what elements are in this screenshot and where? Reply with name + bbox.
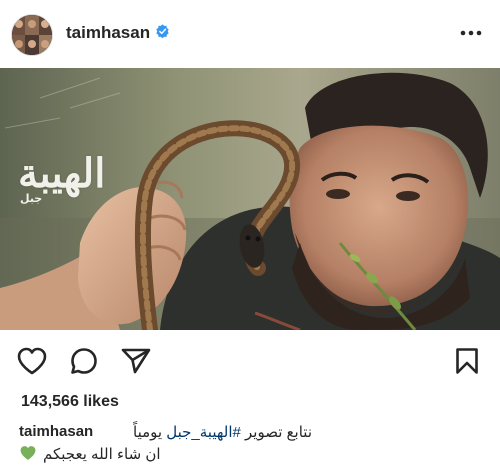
caption-line-2-text: ان شاء الله يعجبكم (43, 446, 161, 463)
caption-line-1: نتابع تصوير #الهيبة_جبل يومياً (133, 423, 312, 441)
heart-icon[interactable] (17, 347, 47, 375)
send-icon[interactable] (121, 348, 151, 374)
caption-suffix: يومياً (133, 424, 167, 441)
username[interactable]: taimhasan (66, 23, 150, 43)
photo-scene (0, 68, 500, 330)
more-horizontal-icon[interactable] (460, 26, 482, 40)
caption-line-2: ان شاء الله يعجبكم (19, 445, 161, 463)
post-image[interactable]: الهيبة جبل (0, 68, 500, 330)
green-heart-icon (20, 446, 36, 460)
avatar[interactable] (11, 14, 53, 56)
post-header: taimhasan (0, 0, 500, 68)
comment-icon[interactable] (70, 347, 98, 375)
caption-username[interactable]: taimhasan (19, 423, 93, 440)
show-logo-title: الهيبة (18, 150, 106, 197)
bookmark-icon[interactable] (455, 347, 479, 375)
caption-hashtag[interactable]: #الهيبة_جبل (166, 424, 241, 441)
show-logo-subtitle: جبل (20, 192, 43, 205)
likes-count[interactable]: 143,566 likes (21, 393, 119, 411)
verified-badge-icon (156, 24, 169, 39)
caption-prefix: نتابع تصوير (240, 424, 312, 441)
